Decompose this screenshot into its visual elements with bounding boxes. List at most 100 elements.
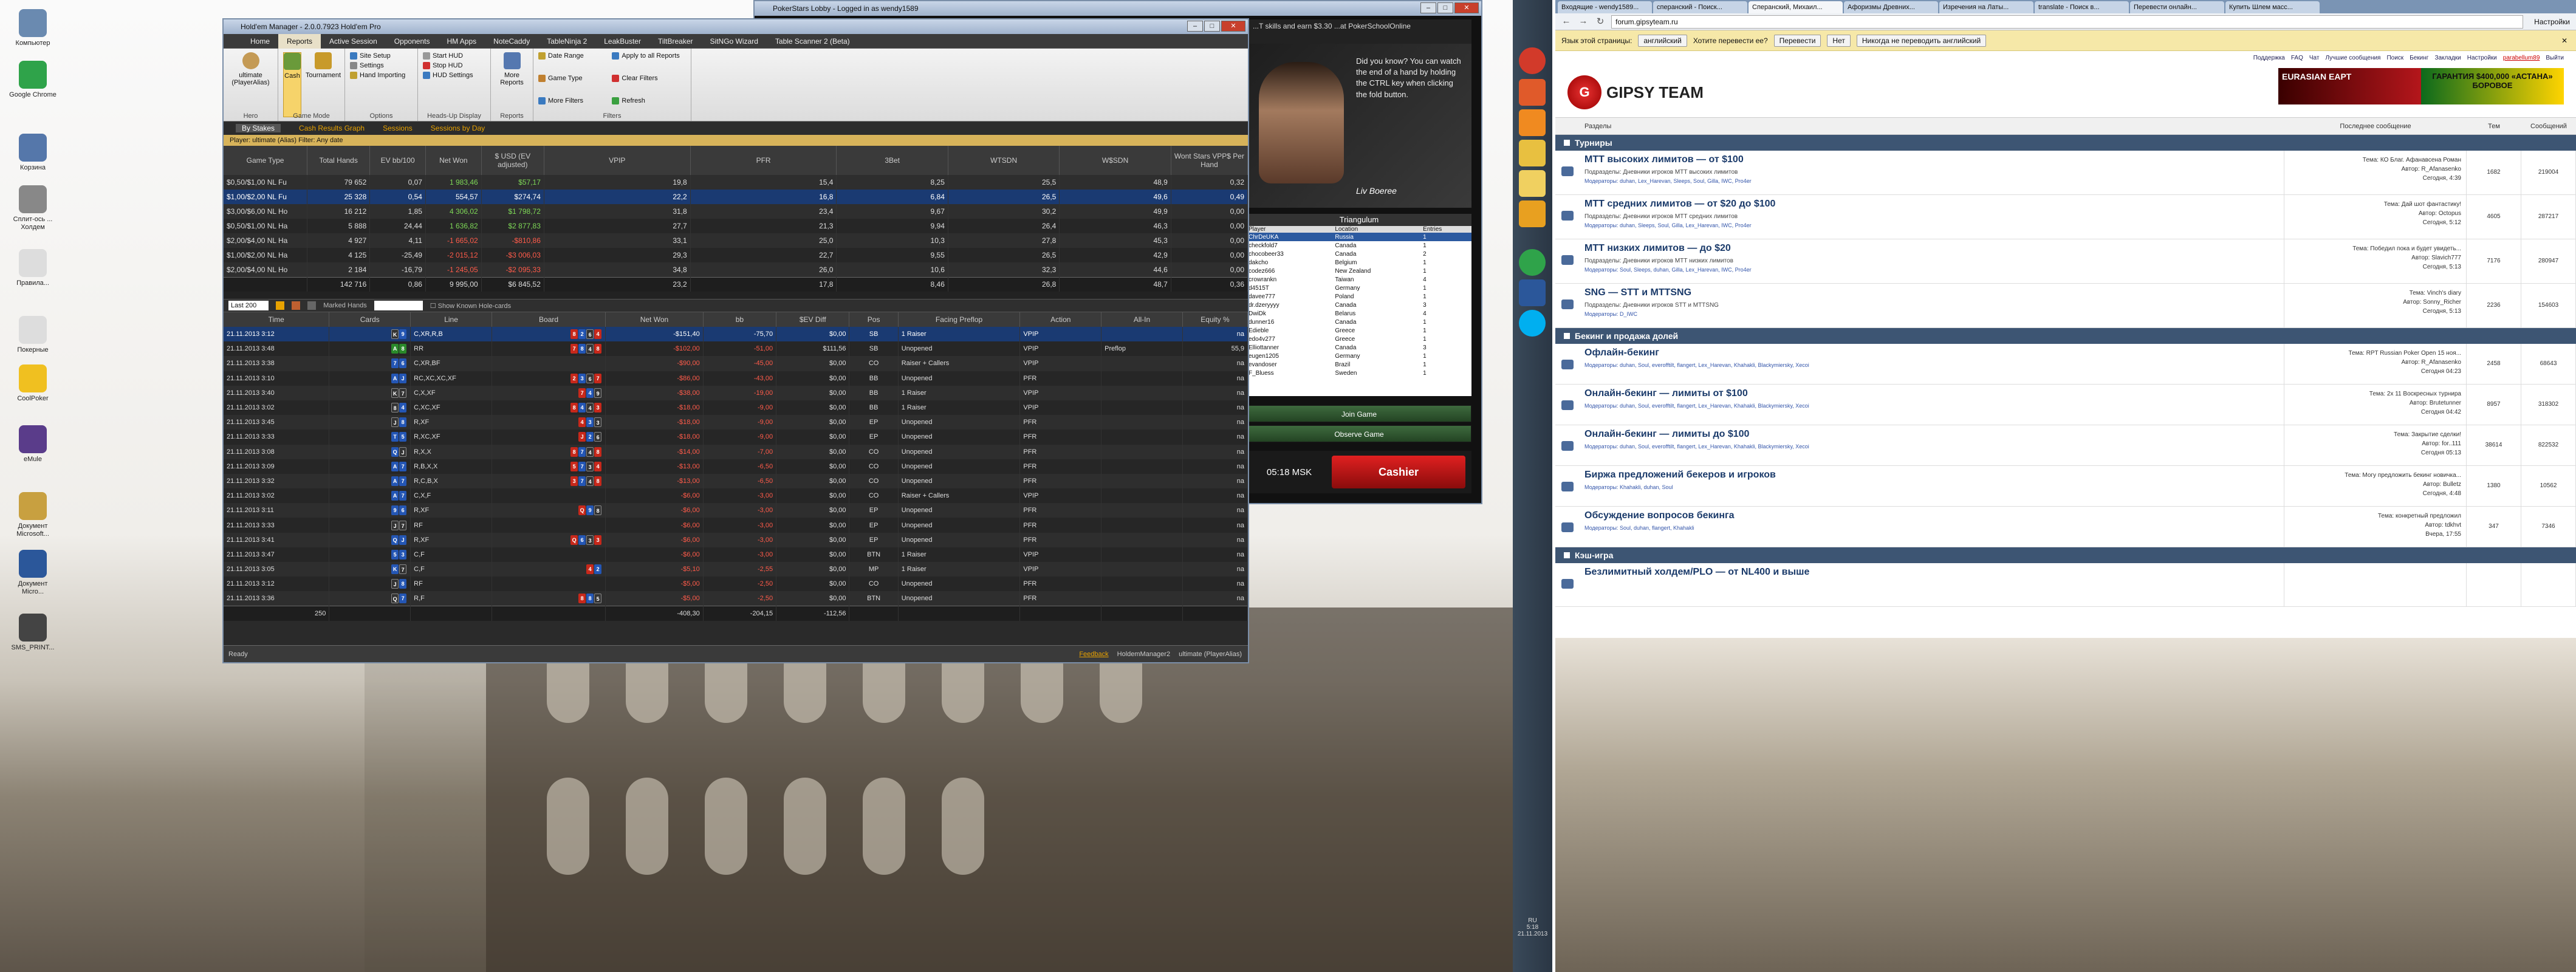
last-post-a[interactable]: Автор: R_Afanasenko (2289, 358, 2461, 367)
hands-column-header[interactable]: Net Won (605, 312, 704, 327)
folder-task-icon[interactable] (1519, 140, 1546, 166)
stakes-column-header[interactable]: Net Won (425, 146, 482, 175)
hand-row[interactable]: 21.11.2013 3:02 A 7 C,X,F -$6,00 -3,00 $0,00 CO… (224, 488, 1248, 504)
join-game-button[interactable]: Join Game (1247, 405, 1471, 422)
last-post-l[interactable]: Тема: Закрытие сделки! (2289, 430, 2461, 439)
moderators-list[interactable]: Модераторы: Soul, duhan, flangert, Khaha… (1584, 525, 2279, 531)
forum-title-link[interactable]: Биржа предложений бекеров и игроков (1584, 470, 2279, 481)
ps-top-ad[interactable]: ...T skills and earn $3.30 ...at PokerSc… (1247, 19, 1471, 44)
last-post-a[interactable]: Автор: tdkhvt (2289, 521, 2461, 530)
player-row[interactable]: dunner16 Canada 1 (1247, 318, 1471, 326)
hand-row[interactable]: 21.11.2013 3:33 J 7 RF -$6,00 -3,00 $0,00 EP Uno… (224, 518, 1248, 533)
moderators-list[interactable]: Модераторы: Khahakli, duhan, Soul (1584, 484, 2279, 490)
hand-row[interactable]: 21.11.2013 3:12 J 8 RF -$5,00 -2,50 $0,00 CO Uno… (224, 577, 1248, 592)
hand-importing-button[interactable]: Hand Importing (350, 72, 405, 80)
last-post-l[interactable]: Тема: Vinch's diary (2289, 289, 2461, 298)
player-row[interactable]: davee777 Poland 1 (1247, 292, 1471, 301)
player-row[interactable]: Elliottanner Canada 3 (1247, 343, 1471, 352)
last-post-l[interactable]: Тема: RPT Russian Poker Open 15 ноя... (2289, 349, 2461, 358)
table-row[interactable]: $3,00/$6,00 NL Ho 16 212 1,85 4 306,02 $1 79… (224, 204, 1248, 219)
start-orb-icon[interactable] (1519, 47, 1546, 74)
observe-game-button[interactable]: Observe Game (1247, 425, 1471, 442)
word-task-icon[interactable] (1519, 279, 1546, 306)
filter-icon[interactable] (276, 301, 285, 310)
browser-tab[interactable]: Купить Шлем масс... (2225, 1, 2320, 13)
last-post-a[interactable]: Автор: R_Afanasenko (2289, 165, 2461, 174)
game-type-button[interactable]: Game Type (538, 75, 606, 95)
player-row[interactable]: evandoser Brazil 1 (1247, 360, 1471, 369)
menu-table-scanner-2-beta-[interactable]: Table Scanner 2 (Beta) (767, 34, 858, 49)
subtab-by-stakes[interactable]: By Stakes (236, 124, 281, 132)
table-row[interactable]: $2,00/$4,00 NL Ho 2 184 -16,79 -1 245,05 -$2… (224, 262, 1248, 277)
hands-column-header[interactable]: Facing Preflop (898, 312, 1021, 327)
forum-title-link[interactable]: SNG — STT и MTTSNG (1584, 287, 2279, 298)
hand-row[interactable]: 21.11.2013 3:08 Q J R,X,X 8 7 4 8 -$14,00 -7,00 $0… (224, 444, 1248, 459)
browser-tab[interactable]: Изречения на Латы... (1939, 1, 2033, 13)
moderators-list[interactable]: Модераторы: duhan, Soul, everofftilt, fl… (1584, 443, 2279, 450)
hands-column-header[interactable]: $EV Diff (776, 312, 850, 327)
notes-task-icon[interactable] (1519, 200, 1546, 227)
desktop-icon[interactable]: Документ Micro... (9, 550, 57, 596)
forward-icon[interactable]: → (1577, 16, 1589, 28)
forum-banner[interactable]: EURASIAN EAPT ГАРАНТИЯ $400,000 «АСТАНА»… (2278, 68, 2564, 104)
forum-title-link[interactable]: Офлайн-бекинг (1584, 347, 2279, 358)
hand-row[interactable]: 21.11.2013 3:11 9 6 R,XF Q 9 8 -$6,00 -3,00 $0,00… (224, 503, 1248, 518)
last-post-a[interactable]: Автор: Slavich777 (2289, 253, 2461, 262)
player-row[interactable]: codez666 New Zealand 1 (1247, 267, 1471, 275)
browser-tab[interactable]: Сперанский, Михаил... (1749, 1, 1843, 13)
holdem-manager-task-icon[interactable] (1519, 109, 1546, 136)
minimize-button[interactable]: – (1187, 21, 1203, 32)
menu-reports[interactable]: Reports (278, 33, 321, 49)
table-row[interactable]: $1,00/$2,00 NL Fu 25 328 0,54 554,57 $274,74… (224, 190, 1248, 204)
hands-column-header[interactable]: Action (1019, 312, 1102, 327)
forum-nav-link[interactable]: Закладки (2434, 55, 2461, 61)
menu-sitngo-wizard[interactable]: SitNGo Wizard (702, 34, 767, 49)
desktop-icon[interactable]: Правила... (9, 249, 57, 287)
ps-tip-ad[interactable]: Did you know? You can watch the end of a… (1247, 44, 1471, 208)
translate-language-select[interactable]: английский (1638, 34, 1687, 47)
player-row[interactable]: F_Bluess Sweden 1 (1247, 369, 1471, 377)
hand-row[interactable]: 21.11.2013 3:36 Q 7 R,F 8 8 5 -$5,00 -2,50 $0,00 B… (224, 591, 1248, 606)
hand-row[interactable]: 21.11.2013 3:02 8 4 C,XC,XF 8 4 4 3 -$18,00 -9,00… (224, 400, 1248, 416)
maximize-button[interactable]: □ (1204, 21, 1220, 32)
moderators-list[interactable]: Модераторы: duhan, Soul, everofftilt, fl… (1584, 403, 2279, 409)
forum-nav-link[interactable]: parabellum89 (2503, 55, 2540, 61)
replay-icon[interactable] (292, 301, 301, 310)
hands-column-header[interactable]: Cards (329, 312, 411, 327)
desktop-icon[interactable]: Компьютер (9, 9, 57, 47)
explorer-task-icon[interactable] (1519, 170, 1546, 197)
moderators-list[interactable]: Модераторы: D_IWC (1584, 311, 2279, 317)
desktop-icon[interactable]: CoolPoker (9, 364, 57, 403)
browser-tab[interactable]: translate - Поиск в... (2035, 1, 2129, 13)
table-row[interactable]: $0,50/$1,00 NL Fu 79 652 0,07 1 983,46 $57,1… (224, 175, 1248, 190)
moderators-list[interactable]: Модераторы: duhan, Lex_Harevan, Sleeps, … (1584, 178, 2279, 184)
forum-section-header[interactable]: Бекинг и продажа долей (1555, 328, 2576, 344)
last-post-a[interactable]: Автор: Bulletz (2289, 480, 2461, 489)
feedback-link[interactable]: Feedback (1079, 646, 1108, 662)
hands-range-select[interactable]: Last 200 (228, 301, 269, 310)
table-row[interactable]: $1,00/$2,00 NL Ha 4 125 -25,49 -2 015,12 -$3… (224, 248, 1248, 262)
forum-nav-link[interactable]: Лучшие сообщения (2325, 55, 2380, 61)
close-translate-icon[interactable]: ✕ (2561, 36, 2567, 45)
player-row[interactable]: d4515T Germany 1 (1247, 284, 1471, 292)
table-row[interactable]: $0,50/$1,00 NL Ha 5 888 24,44 1 636,82 $2 87… (224, 219, 1248, 233)
last-post-l[interactable]: Тема: Победил пока и будет увидеть... (2289, 244, 2461, 253)
show-known-checkbox[interactable]: ☐ Show Known Hole-cards (430, 302, 511, 310)
hands-column-header[interactable]: Line (410, 312, 492, 327)
hands-column-header[interactable]: All-In (1101, 312, 1183, 327)
hud-settings-button[interactable]: HUD Settings (423, 72, 473, 80)
stakes-column-header[interactable]: W$SDN (1059, 146, 1171, 175)
hand-row[interactable]: 21.11.2013 3:40 K 7 C,X,XF 7 4 9 -$38,00 -19,00 $… (224, 385, 1248, 400)
chrome-task-icon[interactable] (1519, 249, 1546, 276)
last-post-a[interactable]: Автор: for..111 (2289, 439, 2461, 448)
tournament-column-header[interactable]: Location (1333, 226, 1422, 233)
menu-hm-apps[interactable]: HM Apps (438, 34, 485, 49)
forum-nav-link[interactable]: Поиск (2386, 55, 2403, 61)
hand-row[interactable]: 21.11.2013 3:12 K 9 C,XR,R,B 8 2 6 4 -$151,40 -75… (224, 327, 1248, 342)
settings-menu[interactable]: Настройки (2528, 18, 2576, 26)
last-post-a[interactable]: Автор: Brutetunner (2289, 399, 2461, 408)
subforum-links[interactable]: Подразделы: Дневники игроков МТТ высоких… (1584, 169, 2279, 176)
forum-title-link[interactable]: Онлайн-бекинг — лимиты до $100 (1584, 429, 2279, 440)
hand-row[interactable]: 21.11.2013 3:32 A 7 R,C,B,X 3 7 4 8 -$13,00 -6,50… (224, 473, 1248, 489)
hand-row[interactable]: 21.11.2013 3:41 Q J R,XF Q 6 3 3 -$6,00 -3,00 $0,0… (224, 532, 1248, 547)
